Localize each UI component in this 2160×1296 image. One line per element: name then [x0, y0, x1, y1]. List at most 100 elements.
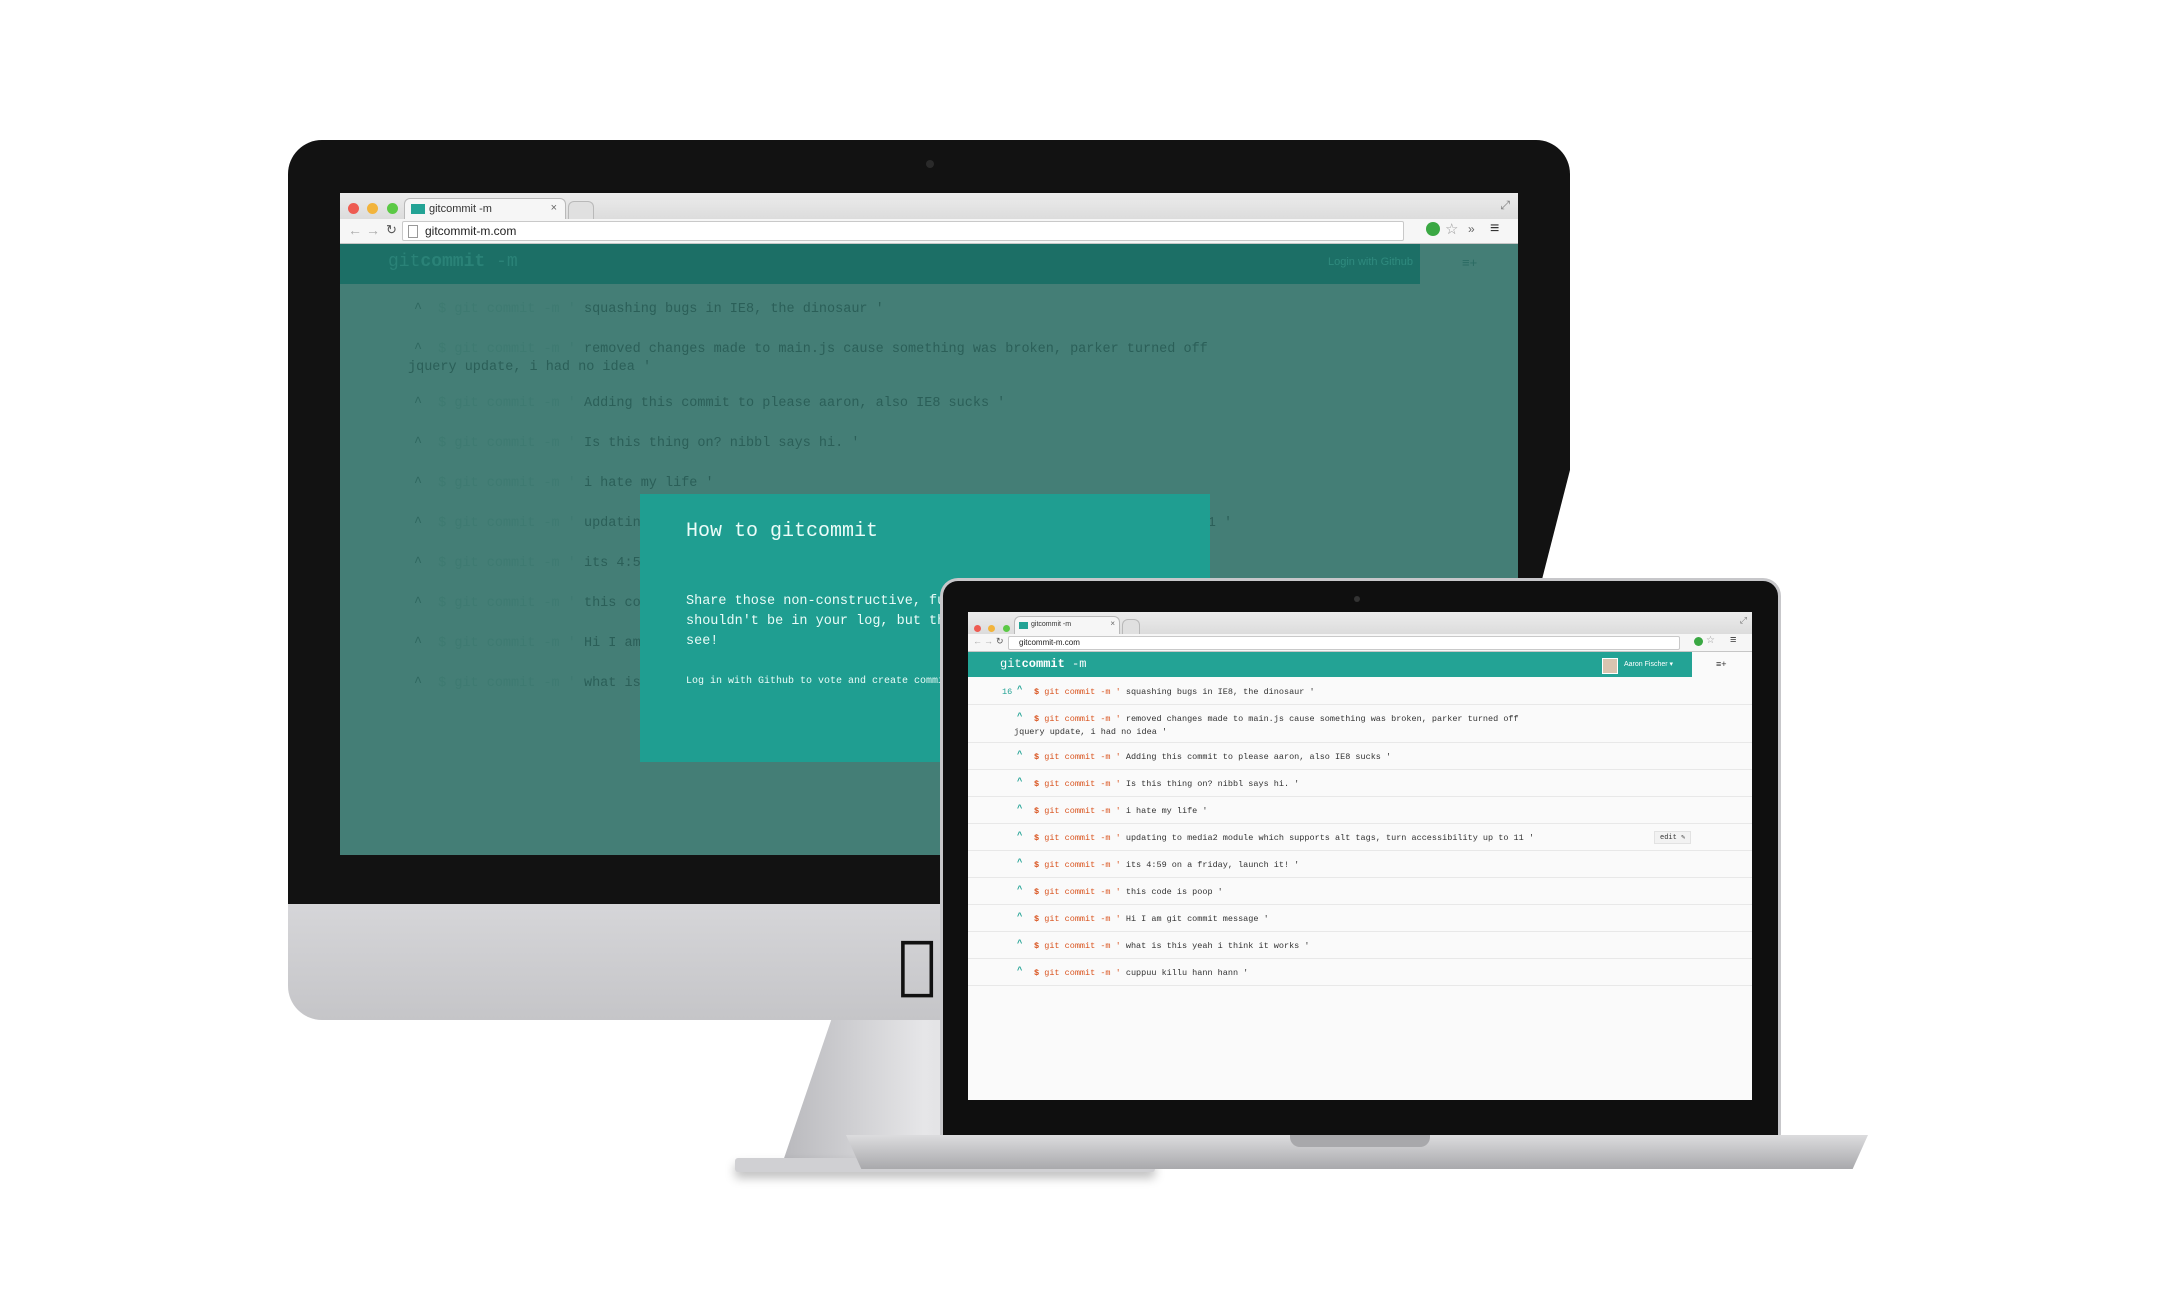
upvote-icon[interactable]: ^	[1017, 939, 1022, 949]
commit-dollar: $	[438, 516, 447, 531]
commit-dollar: $	[1034, 687, 1040, 697]
commit-quote: '	[1115, 887, 1121, 897]
vote-count: 16	[1002, 687, 1013, 697]
commit-dollar: $	[438, 636, 447, 651]
upvote-icon[interactable]: ^	[414, 396, 422, 411]
zoom-window-icon[interactable]	[386, 203, 398, 214]
address-field[interactable]: gitcommit-m.com	[1008, 636, 1680, 650]
add-commit-icon[interactable]: ≡+	[1462, 255, 1477, 270]
upvote-icon[interactable]: ^	[1017, 885, 1022, 895]
commit-quote: '	[567, 302, 576, 317]
avatar[interactable]	[1602, 658, 1618, 674]
upvote-icon[interactable]: ^	[414, 476, 422, 491]
commit-dollar: $	[1034, 779, 1040, 789]
favicon-icon	[1019, 622, 1028, 629]
commit-row: ^ $ git commit -m ' removed changes made …	[414, 342, 1208, 357]
imac-camera	[926, 160, 934, 168]
upvote-icon[interactable]: ^	[414, 302, 422, 317]
commit-command: git commit -m	[1044, 752, 1111, 762]
commit-message: its 4:59 on a friday, launch it! '	[1125, 860, 1300, 870]
upvote-icon[interactable]: ^	[414, 556, 422, 571]
upvote-icon[interactable]: ^	[414, 436, 422, 451]
commit-dollar: $	[1034, 968, 1040, 978]
laptop-page: gitcommit -m Aaron Fischer ▾ ≡+ 16 ^ $ git…	[968, 652, 1752, 1100]
site-logo[interactable]: gitcommit -m	[1000, 657, 1086, 671]
browser-tab[interactable]: gitcommit -m ×	[404, 198, 566, 220]
back-icon[interactable]: ←	[973, 636, 982, 646]
modal-footer: Log in with Github to vote and create co…	[686, 676, 951, 687]
commit-command: git commit -m	[1044, 887, 1111, 897]
new-tab-button[interactable]	[1122, 619, 1140, 635]
commit-message: Adding this commit to please aaron, also…	[583, 396, 1006, 411]
bookmark-star-icon[interactable]: ☆	[1445, 220, 1458, 238]
commit-command: git commit -m	[454, 476, 560, 491]
chrome-menu-icon[interactable]: ≡	[1490, 220, 1499, 238]
add-commit-icon[interactable]: ≡+	[1716, 659, 1727, 669]
navbar-right: ≡+	[1420, 244, 1518, 284]
upvote-icon[interactable]: ^	[1017, 804, 1022, 814]
upvote-icon[interactable]: ^	[414, 516, 422, 531]
fullscreen-icon[interactable]: ⤢	[1740, 615, 1747, 626]
zoom-window-icon[interactable]	[1002, 625, 1010, 632]
url-text: gitcommit-m.com	[1019, 638, 1080, 647]
close-tab-icon[interactable]: ×	[551, 202, 557, 214]
commit-dollar: $	[438, 596, 447, 611]
commit-quote: '	[1115, 968, 1121, 978]
commit-command: git commit -m	[1044, 714, 1111, 724]
commit-quote: '	[567, 396, 576, 411]
commit-quote: '	[567, 342, 576, 357]
user-menu[interactable]: Aaron Fischer ▾	[1624, 660, 1673, 668]
commit-quote: '	[1115, 752, 1121, 762]
minimize-window-icon[interactable]	[988, 625, 996, 632]
upvote-icon[interactable]: ^	[414, 596, 422, 611]
reload-icon[interactable]: ↻	[996, 636, 1004, 647]
chrome-menu-icon[interactable]: ≡	[1730, 634, 1736, 646]
new-tab-button[interactable]	[568, 201, 594, 220]
login-link[interactable]: Login with Github	[1328, 256, 1413, 268]
commit-dollar: $	[438, 676, 447, 691]
forward-icon[interactable]: →	[366, 222, 380, 238]
bookmark-star-icon[interactable]: ☆	[1706, 635, 1715, 646]
commit-message: Adding this commit to please aaron, also…	[1125, 752, 1392, 762]
commit-command: git commit -m	[454, 396, 560, 411]
close-window-icon[interactable]	[348, 203, 359, 214]
upvote-icon[interactable]: ^	[1017, 858, 1022, 868]
reload-icon[interactable]: ↻	[386, 222, 397, 238]
commit-message: this code is poop '	[1125, 887, 1223, 897]
commit-quote: '	[1115, 687, 1121, 697]
address-field[interactable]: gitcommit-m.com	[402, 221, 1404, 241]
imac-url-bar: ← → ↻ gitcommit-m.com ☆ » ≡	[340, 219, 1518, 244]
commit-message: removed changes made to main.js cause so…	[1125, 714, 1519, 724]
commit-command: git commit -m	[1044, 860, 1111, 870]
close-window-icon[interactable]	[974, 625, 981, 632]
commit-quote: '	[567, 476, 576, 491]
edit-button[interactable]: edit ✎	[1654, 831, 1692, 844]
extension-icon[interactable]	[1426, 222, 1440, 236]
commit-quote: '	[567, 516, 576, 531]
extension-icon[interactable]	[1694, 637, 1703, 646]
upvote-icon[interactable]: ^	[1017, 712, 1022, 722]
upvote-icon[interactable]: ^	[414, 636, 422, 651]
upvote-icon[interactable]: ^	[1017, 912, 1022, 922]
upvote-icon[interactable]: ^	[1017, 750, 1022, 760]
browser-tab[interactable]: gitcommit -m ×	[1014, 616, 1120, 635]
commit-command: git commit -m	[1044, 687, 1111, 697]
upvote-icon[interactable]: ^	[1017, 966, 1022, 976]
commit-quote: '	[567, 676, 576, 691]
site-logo[interactable]: gitcommit -m	[388, 252, 518, 272]
url-text: gitcommit-m.com	[425, 224, 517, 238]
fullscreen-icon[interactable]: ⤢	[1500, 198, 1510, 213]
close-tab-icon[interactable]: ×	[1110, 619, 1115, 628]
tab-title: gitcommit -m	[429, 203, 492, 215]
upvote-icon[interactable]: ^	[1017, 685, 1022, 695]
upvote-icon[interactable]: ^	[414, 342, 422, 357]
commit-row: ^ $ git commit -m ' Adding this commit to…	[414, 396, 1005, 411]
upvote-icon[interactable]: ^	[414, 676, 422, 691]
overflow-icon[interactable]: »	[1468, 222, 1475, 236]
upvote-icon[interactable]: ^	[1017, 831, 1022, 841]
minimize-window-icon[interactable]	[367, 203, 379, 214]
back-icon[interactable]: ←	[348, 222, 362, 238]
apple-logo-icon: 	[898, 928, 936, 1002]
upvote-icon[interactable]: ^	[1017, 777, 1022, 787]
forward-icon[interactable]: →	[984, 636, 993, 646]
